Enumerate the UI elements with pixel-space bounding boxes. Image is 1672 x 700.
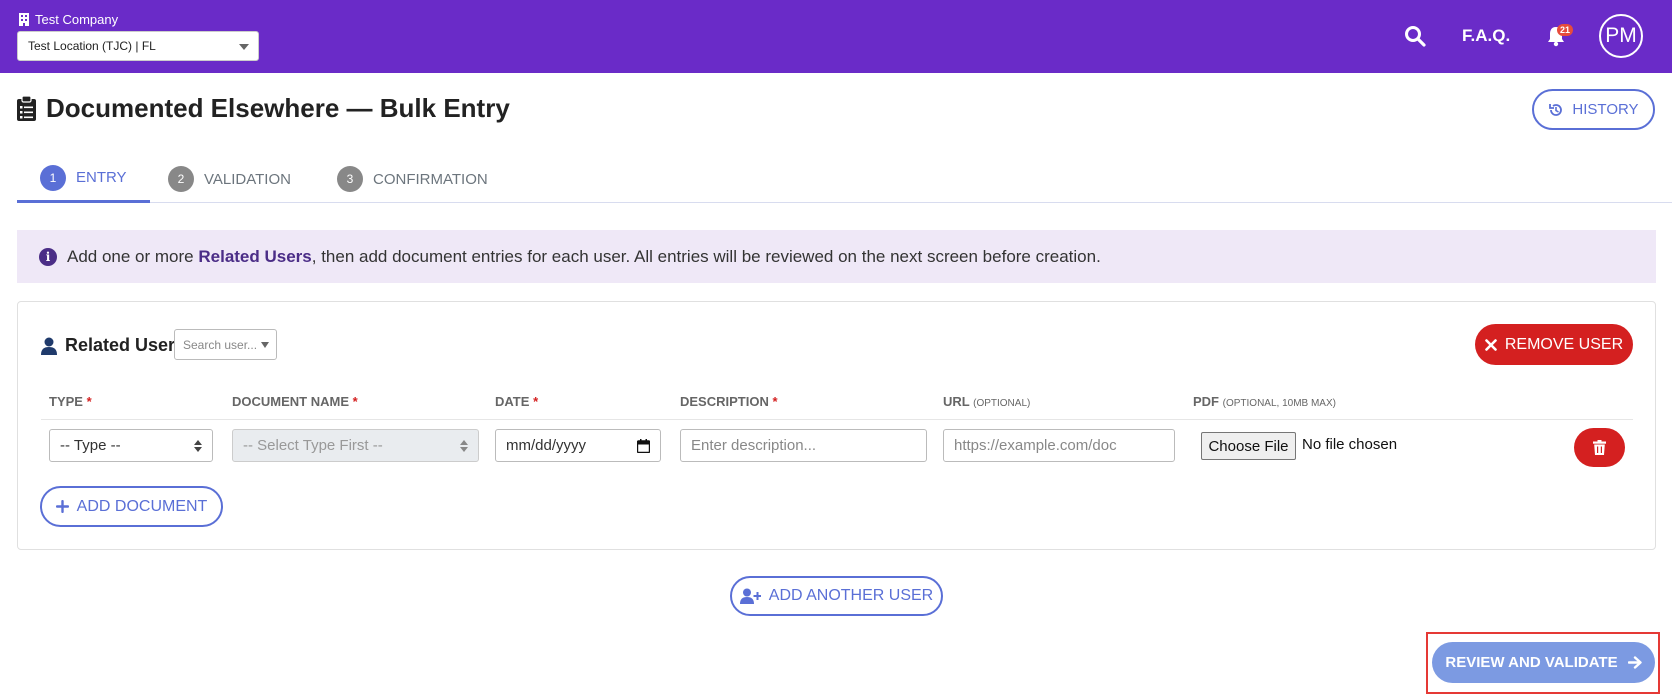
info-alert: i Add one or more Related Users, then ad… (17, 230, 1656, 283)
close-icon (1485, 338, 1497, 351)
alert-text: Add one or more Related Users, then add … (67, 246, 1101, 266)
remove-user-button[interactable]: REMOVE USER (1475, 324, 1633, 365)
review-and-validate-button[interactable]: REVIEW AND VALIDATE (1432, 642, 1655, 683)
description-input[interactable]: Enter description... (680, 429, 927, 462)
updown-caret-icon (194, 440, 202, 452)
column-header-date: DATE * (495, 394, 539, 409)
updown-caret-icon (460, 440, 468, 452)
step-number: 1 (40, 164, 66, 191)
search-icon[interactable] (1404, 25, 1426, 47)
calendar-icon[interactable] (637, 439, 650, 453)
add-another-user-button[interactable]: ADD ANOTHER USER (730, 576, 943, 616)
delete-row-button[interactable] (1574, 428, 1625, 467)
info-icon: i (39, 247, 57, 266)
clipboard-list-icon (17, 96, 36, 121)
building-icon (19, 13, 29, 26)
tab-confirmation[interactable]: 3 CONFIRMATION (314, 155, 511, 203)
date-input[interactable]: mm/dd/yyyy (495, 429, 661, 462)
add-document-button[interactable]: ADD DOCUMENT (40, 486, 223, 527)
column-header-description: DESCRIPTION * (680, 394, 778, 409)
column-header-pdf: PDF (OPTIONAL, 10MB MAX) (1193, 394, 1336, 409)
tab-validation[interactable]: 2 VALIDATION (145, 155, 314, 203)
arrow-right-icon (1627, 656, 1642, 669)
stepper-tabs: 1 ENTRY 2 VALIDATION 3 CONFIRMATION (17, 155, 1672, 203)
history-button[interactable]: HISTORY (1532, 89, 1655, 130)
plus-icon (55, 500, 69, 513)
related-user-card: Related User: Search user... REMOVE USER… (17, 301, 1656, 550)
url-input[interactable]: https://example.com/doc (943, 429, 1175, 462)
user-plus-icon (739, 588, 761, 604)
table-divider (41, 419, 1633, 420)
page-title: Documented Elsewhere — Bulk Entry (17, 93, 510, 124)
notification-badge: 21 (1557, 24, 1574, 36)
avatar[interactable]: PM (1599, 14, 1643, 58)
tab-entry[interactable]: 1 ENTRY (17, 155, 150, 203)
choose-file-button[interactable]: Choose File (1201, 432, 1296, 460)
column-header-url: URL (OPTIONAL) (943, 394, 1031, 409)
step-number: 2 (168, 166, 194, 192)
type-select[interactable]: -- Type -- (49, 429, 213, 462)
history-icon (1549, 103, 1563, 116)
faq-link[interactable]: F.A.Q. (1462, 26, 1510, 46)
trash-icon (1593, 440, 1606, 455)
company-name: Test Company (19, 12, 118, 27)
related-user-label: Related User: (41, 335, 181, 356)
user-icon (41, 337, 57, 355)
column-header-type: TYPE * (49, 394, 92, 409)
chevron-down-icon (261, 342, 269, 348)
chevron-down-icon (239, 44, 249, 50)
file-status-text: No file chosen (1302, 436, 1398, 453)
location-select[interactable]: Test Location (TJC) | FL (17, 31, 259, 61)
column-header-document-name: DOCUMENT NAME * (232, 394, 358, 409)
user-search-select[interactable]: Search user... (174, 329, 277, 360)
top-bar: Test Company Test Location (TJC) | FL F.… (0, 0, 1672, 73)
document-name-select[interactable]: -- Select Type First -- (232, 429, 479, 462)
step-number: 3 (337, 166, 363, 192)
